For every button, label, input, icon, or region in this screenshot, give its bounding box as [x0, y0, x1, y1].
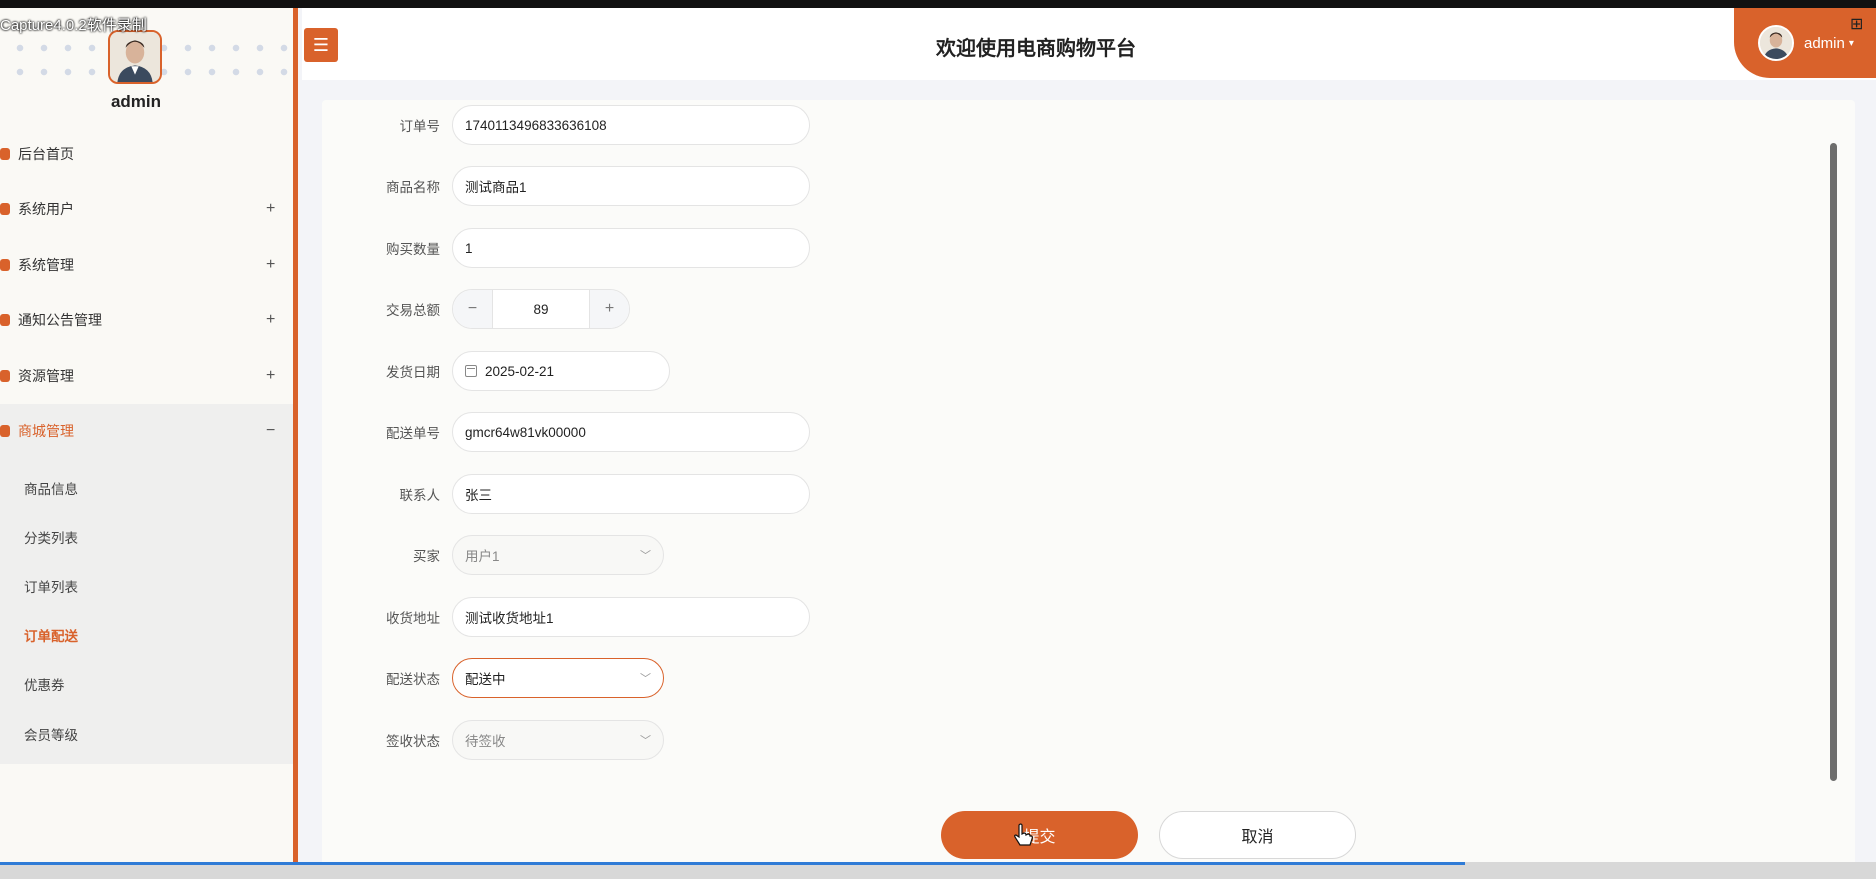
address-label: 收货地址: [386, 611, 440, 626]
sidebar-item-mall-management[interactable]: 商城管理 −: [0, 403, 293, 459]
quantity-label: 购买数量: [386, 242, 440, 257]
sidebar: admin 后台首页 系统用户 + 系统管理 + 通知公告管理 + 资源管理 +: [0, 0, 298, 879]
sidebar-item-label: 后台首页: [18, 145, 74, 162]
sidebar-subitem-coupon[interactable]: 优惠券: [0, 660, 293, 709]
sidebar-item-label: 系统用户: [18, 201, 74, 218]
shop-icon: [0, 425, 10, 438]
sign-status-label: 签收状态: [386, 734, 440, 749]
sidebar-item-label: 系统管理: [18, 256, 74, 273]
sign-status-select[interactable]: 待签收 ﹀: [452, 720, 664, 760]
sidebar-subitem-member-level[interactable]: 会员等级: [0, 709, 293, 758]
chevron-down-icon: ﹀: [640, 673, 651, 685]
decrement-button[interactable]: −: [453, 290, 493, 328]
database-icon: [0, 369, 10, 382]
avatar-person-icon: [1760, 27, 1792, 59]
delivery-status-value: 配送中: [465, 672, 506, 687]
user-icon: [0, 203, 10, 216]
form-row-order-no: 订单号 1740113496833636108: [322, 105, 810, 145]
collapse-minus-icon[interactable]: −: [266, 422, 275, 440]
increment-button[interactable]: +: [589, 290, 629, 328]
recording-progress-bar: [0, 862, 1465, 865]
hamburger-icon[interactable]: ☰: [304, 28, 338, 62]
total-value[interactable]: 89: [493, 290, 589, 328]
contact-field[interactable]: 张三: [452, 474, 810, 514]
order-no-field[interactable]: 1740113496833636108: [452, 105, 810, 145]
chevron-down-icon: ▾: [1848, 37, 1854, 49]
form-row-product-name: 商品名称 测试商品1: [322, 166, 810, 206]
header-username: admin: [1804, 34, 1845, 52]
delivery-status-label: 配送状态: [386, 672, 440, 687]
buyer-value: 用户1: [465, 549, 500, 564]
submit-button[interactable]: 提交: [941, 811, 1138, 859]
ship-date-picker[interactable]: 2025-02-21: [452, 351, 670, 391]
form-row-quantity: 购买数量 1: [322, 228, 810, 268]
sidebar-item-system-management[interactable]: 系统管理 +: [0, 237, 293, 293]
product-name-label: 商品名称: [386, 180, 440, 195]
hand-cursor-icon: [1014, 823, 1033, 846]
avatar-person-icon: [110, 32, 160, 82]
expand-plus-icon[interactable]: +: [266, 256, 275, 274]
calendar-icon: [465, 365, 477, 377]
chevron-down-icon: ﹀: [640, 735, 651, 747]
ship-date-value: 2025-02-21: [485, 363, 555, 379]
buyer-select[interactable]: 用户1 ﹀: [452, 535, 664, 575]
tracking-no-field[interactable]: gmcr64w81vk00000: [452, 412, 810, 452]
sidebar-item-notice-management[interactable]: 通知公告管理 +: [0, 293, 293, 349]
sidebar-item-label: 资源管理: [18, 367, 74, 384]
address-field[interactable]: 测试收货地址1: [452, 597, 810, 637]
total-stepper: − 89 +: [452, 289, 630, 329]
expand-plus-icon[interactable]: +: [266, 311, 275, 329]
sidebar-avatar: [108, 30, 162, 84]
chevron-down-icon: ﹀: [640, 550, 651, 562]
recorder-watermark: Capture4.0.2软件录制: [0, 17, 147, 34]
form-row-delivery-status: 配送状态 配送中 ﹀: [322, 658, 664, 698]
sidebar-item-system-users[interactable]: 系统用户 +: [0, 182, 293, 238]
header-avatar: [1758, 25, 1794, 61]
fullscreen-icon[interactable]: ⊞: [1850, 14, 1863, 34]
tracking-no-label: 配送单号: [386, 426, 440, 441]
sidebar-username: admin: [110, 92, 162, 111]
form-row-ship-date: 发货日期 2025-02-21: [322, 351, 670, 391]
contact-label: 联系人: [399, 488, 441, 503]
form-scrollbar[interactable]: [1830, 143, 1837, 781]
quantity-field[interactable]: 1: [452, 228, 810, 268]
buyer-label: 买家: [413, 549, 440, 564]
home-icon: [0, 147, 10, 160]
sidebar-item-home[interactable]: 后台首页: [0, 126, 293, 182]
form-row-buyer: 买家 用户1 ﹀: [322, 535, 664, 575]
sidebar-item-label: 通知公告管理: [18, 312, 102, 329]
sidebar-item-resource-management[interactable]: 资源管理 +: [0, 348, 293, 404]
sidebar-item-label: 商城管理: [18, 423, 74, 440]
sidebar-subitem-order-list[interactable]: 订单列表: [0, 561, 293, 610]
notice-icon: [0, 314, 10, 327]
gear-icon: [0, 258, 10, 271]
total-label: 交易总额: [386, 303, 440, 318]
form-row-tracking-no: 配送单号 gmcr64w81vk00000: [322, 412, 810, 452]
taskbar: [0, 862, 1876, 879]
form-row-sign-status: 签收状态 待签收 ﹀: [322, 720, 664, 760]
sign-status-value: 待签收: [465, 734, 506, 749]
recorder-top-bar: [0, 0, 1876, 8]
sidebar-menu: 后台首页 系统用户 + 系统管理 + 通知公告管理 + 资源管理 + 商城管理 …: [0, 126, 293, 765]
form-row-address: 收货地址 测试收货地址1: [322, 597, 810, 637]
sidebar-subitem-category-list[interactable]: 分类列表: [0, 512, 293, 561]
order-no-label: 订单号: [399, 119, 441, 134]
mall-submenu: 商品信息 分类列表 订单列表 订单配送 优惠券 会员等级: [0, 459, 293, 765]
sidebar-subitem-order-delivery[interactable]: 订单配送: [0, 611, 293, 660]
order-delivery-form: 订单号 1740113496833636108 商品名称 测试商品1 购买数量 …: [322, 100, 1855, 870]
expand-plus-icon[interactable]: +: [266, 200, 275, 218]
page-title: 欢迎使用电商购物平台: [936, 38, 1136, 60]
sidebar-subitem-product-info[interactable]: 商品信息: [0, 463, 293, 512]
form-row-total: 交易总额 − 89 +: [322, 289, 630, 329]
form-row-contact: 联系人 张三: [322, 474, 810, 514]
delivery-status-select[interactable]: 配送中 ﹀: [452, 658, 664, 698]
cancel-button[interactable]: 取消: [1159, 811, 1356, 859]
product-name-field[interactable]: 测试商品1: [452, 166, 810, 206]
expand-plus-icon[interactable]: +: [266, 367, 275, 385]
ship-date-label: 发货日期: [386, 365, 440, 380]
